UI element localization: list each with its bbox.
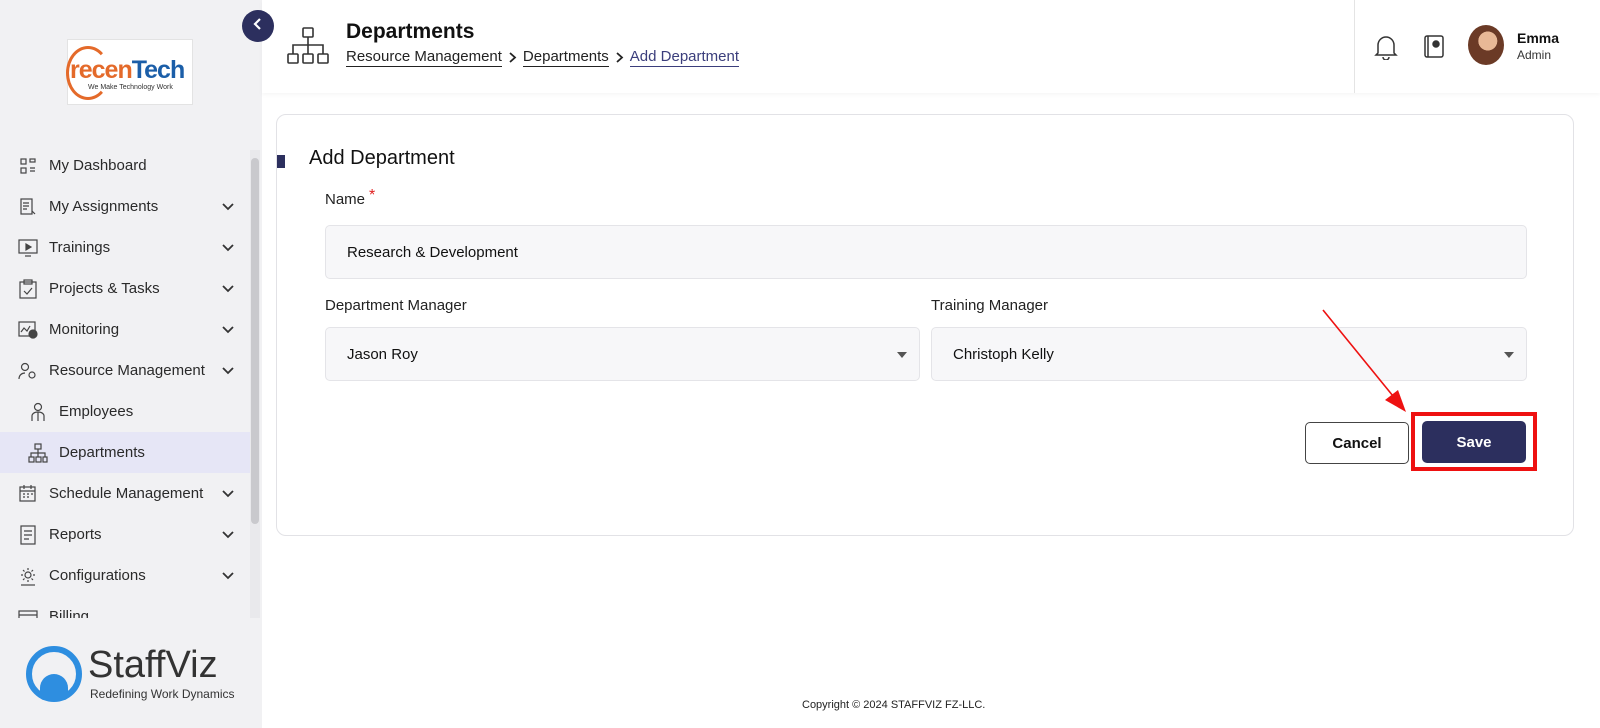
sidebar-item-configurations[interactable]: Configurations <box>0 555 250 596</box>
dropdown-caret-icon <box>1504 352 1514 358</box>
department-manager-value: Jason Roy <box>347 345 418 363</box>
chevron-down-icon[interactable] <box>220 486 236 502</box>
name-input-value: Research & Development <box>347 243 518 261</box>
chevron-down-icon[interactable] <box>220 199 236 215</box>
sidebar-item-departments[interactable]: Departments <box>0 432 250 473</box>
sidebar-item-projects-tasks[interactable]: Projects & Tasks <box>0 268 250 309</box>
report-icon <box>18 524 38 545</box>
assignments-icon <box>18 197 38 217</box>
sidebar-item-label: Projects & Tasks <box>49 280 160 297</box>
sidebar-item-label: Billing <box>49 608 90 618</box>
sidebar-item-reports[interactable]: Reports <box>0 514 250 555</box>
chevron-right-icon <box>509 50 517 66</box>
breadcrumb-departments[interactable]: Departments <box>522 48 609 67</box>
sidebar-item-label: Schedule Management <box>49 485 204 502</box>
clipboard-icon <box>18 278 38 299</box>
staffviz-logo-figure <box>40 674 68 700</box>
breadcrumb-resource-management[interactable]: Resource Management <box>346 48 502 67</box>
sidebar-item-my-assignments[interactable]: My Assignments <box>0 186 250 227</box>
card-title: Add Department <box>309 147 455 169</box>
trainings-icon <box>18 238 38 258</box>
top-header: Departments Resource Management Departme… <box>262 0 1600 93</box>
add-department-card: Add Department Name * Research & Developm… <box>276 114 1574 536</box>
header-divider <box>1354 0 1355 93</box>
breadcrumb: Resource Management Departments Add Depa… <box>346 48 740 67</box>
sidebar-item-label: Resource Management <box>49 362 205 379</box>
user-gear-icon <box>18 361 38 381</box>
dropdown-caret-icon <box>897 352 907 358</box>
training-manager-select[interactable]: Christoph Kelly <box>931 327 1527 381</box>
chevron-down-icon[interactable] <box>220 281 236 297</box>
sidebar-item-trainings[interactable]: Trainings <box>0 227 250 268</box>
logo-text: recenTech <box>70 56 185 84</box>
sidebar-item-label: Trainings <box>49 239 111 256</box>
chevron-down-icon[interactable] <box>220 363 236 379</box>
logo-tagline: We Make Technology Work <box>88 84 173 91</box>
org-chart-icon <box>28 442 48 463</box>
sidebar-scroll-thumb[interactable] <box>251 158 259 524</box>
page-title: Departments <box>346 20 475 43</box>
save-button[interactable]: Save <box>1422 421 1526 463</box>
training-manager-label: Training Manager <box>931 297 1049 314</box>
staffviz-logo-tagline: Redefining Work Dynamics <box>90 687 235 701</box>
cancel-button[interactable]: Cancel <box>1305 422 1409 464</box>
sidebar-item-schedule-management[interactable]: Schedule Management <box>0 473 250 514</box>
sidebar-nav: My Dashboard My Assignments Trainings Pr… <box>0 145 250 618</box>
sidebar-item-employees[interactable]: Employees <box>0 391 250 432</box>
calendar-icon <box>18 484 38 504</box>
dashboard-icon <box>18 156 38 176</box>
name-field-label: Name * <box>325 187 376 208</box>
sidebar-item-label: Reports <box>49 526 102 543</box>
chevron-left-icon <box>253 17 263 35</box>
org-chart-icon <box>286 26 330 66</box>
monitoring-icon <box>18 320 38 340</box>
chevron-right-icon <box>616 50 624 66</box>
sidebar-item-label: Departments <box>59 444 145 461</box>
sidebar-item-label: Monitoring <box>49 321 120 338</box>
notification-bell-icon[interactable] <box>1374 34 1398 61</box>
sidebar: recenTech We Make Technology Work My Das… <box>0 0 262 728</box>
company-logo: recenTech We Make Technology Work <box>66 39 193 105</box>
department-manager-label: Department Manager <box>325 297 467 314</box>
training-manager-value: Christoph Kelly <box>953 345 1054 363</box>
required-asterisk: * <box>369 187 376 204</box>
footer-copyright: Copyright © 2024 STAFFVIZ FZ-LLC. <box>802 699 986 711</box>
user-role: Admin <box>1517 48 1552 62</box>
breadcrumb-add-department[interactable]: Add Department <box>629 48 740 67</box>
user-avatar[interactable] <box>1468 25 1504 65</box>
sidebar-item-label: My Dashboard <box>49 157 147 174</box>
chevron-down-icon[interactable] <box>220 322 236 338</box>
chevron-down-icon[interactable] <box>220 568 236 584</box>
billing-icon <box>18 607 38 618</box>
collapse-sidebar-button[interactable] <box>242 10 274 42</box>
user-name[interactable]: Emma <box>1517 30 1559 46</box>
chevron-down-icon[interactable] <box>220 240 236 256</box>
sidebar-item-my-dashboard[interactable]: My Dashboard <box>0 145 250 186</box>
employee-icon <box>28 402 48 422</box>
sidebar-item-billing[interactable]: Billing <box>0 596 250 618</box>
sidebar-item-label: Employees <box>59 403 134 420</box>
sidebar-item-label: My Assignments <box>49 198 159 215</box>
staffviz-logo-name: StaffViz <box>88 644 218 686</box>
help-book-icon[interactable] <box>1422 34 1446 60</box>
chevron-down-icon[interactable] <box>220 527 236 543</box>
sidebar-item-label: Configurations <box>49 567 146 584</box>
sidebar-item-monitoring[interactable]: Monitoring <box>0 309 250 350</box>
staffviz-logo: StaffViz Redefining Work Dynamics <box>26 644 246 704</box>
department-manager-select[interactable]: Jason Roy <box>325 327 920 381</box>
sidebar-item-resource-management[interactable]: Resource Management <box>0 350 250 391</box>
name-input[interactable]: Research & Development <box>325 225 1527 279</box>
config-icon <box>18 566 38 586</box>
card-title-marker <box>277 155 285 168</box>
